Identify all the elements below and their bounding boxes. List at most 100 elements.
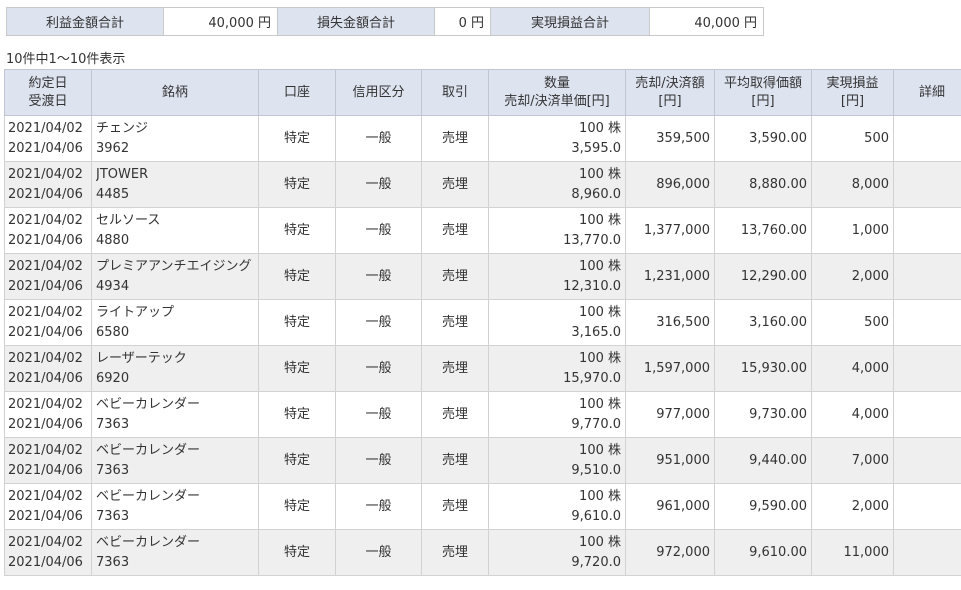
- cell-account: 特定: [258, 529, 336, 576]
- settle-date: 2021/04/06: [8, 370, 83, 386]
- trade-date: 2021/04/02: [8, 350, 83, 366]
- cell-detail: [893, 253, 961, 300]
- cell-trade: 売埋: [421, 345, 489, 392]
- quantity: 100 株: [579, 258, 621, 274]
- cell-amount: 896,000: [625, 161, 715, 208]
- summary-bar: 利益金額合計 40,000 円 損失金額合計 0 円 実現損益合計 40,000…: [6, 7, 764, 36]
- stock-code: 3962: [96, 140, 130, 156]
- cell-credit: 一般: [335, 253, 422, 300]
- stock-code: 6920: [96, 370, 130, 386]
- cell-dates: 2021/04/02 2021/04/06: [4, 345, 92, 392]
- cell-trade: 売埋: [421, 483, 489, 530]
- realized-total-label: 実現損益合計: [490, 7, 650, 36]
- stock-code: 7363: [96, 554, 130, 570]
- quantity: 100 株: [579, 120, 621, 136]
- stock-code: 7363: [96, 508, 130, 524]
- cell-avg-price: 12,290.00: [714, 253, 812, 300]
- stock-code: 7363: [96, 462, 130, 478]
- header-realized-pl: 実現損益 [円]: [811, 69, 894, 116]
- header-pl-line1: 実現損益: [826, 75, 879, 91]
- header-quantity: 数量 売却/決済単価[円]: [488, 69, 626, 116]
- cell-amount: 316,500: [625, 299, 715, 346]
- cell-quantity: 100 株 13,770.0: [488, 207, 626, 254]
- cell-credit: 一般: [335, 483, 422, 530]
- header-amount: 売却/決済額 [円]: [625, 69, 715, 116]
- cell-realized-pl: 1,000: [811, 207, 894, 254]
- cell-detail: [893, 299, 961, 346]
- cell-quantity: 100 株 3,165.0: [488, 299, 626, 346]
- stock-name: ライトアップ: [96, 304, 175, 320]
- table-row: 2021/04/02 2021/04/06 ライトアップ 6580 特定 一般 売埋 100 …: [4, 299, 961, 346]
- stock-name: JTOWER: [96, 166, 149, 182]
- loss-total-label: 損失金額合計: [277, 7, 435, 36]
- trade-date: 2021/04/02: [8, 396, 83, 412]
- cell-trade: 売埋: [421, 391, 489, 438]
- cell-trade: 売埋: [421, 437, 489, 484]
- cell-account: 特定: [258, 115, 336, 162]
- cell-realized-pl: 500: [811, 299, 894, 346]
- cell-realized-pl: 4,000: [811, 345, 894, 392]
- trade-date: 2021/04/02: [8, 304, 83, 320]
- header-stock: 銘柄: [91, 69, 259, 116]
- cell-realized-pl: 500: [811, 115, 894, 162]
- profit-total-value: 40,000 円: [163, 7, 278, 36]
- unit-price: 3,595.0: [571, 140, 621, 156]
- result-count: 10件中1～10件表示: [6, 52, 126, 67]
- cell-amount: 1,377,000: [625, 207, 715, 254]
- stock-name: プレミアアンチエイジング: [96, 258, 252, 274]
- trade-date: 2021/04/02: [8, 488, 83, 504]
- quantity: 100 株: [579, 350, 621, 366]
- stock-code: 7363: [96, 416, 130, 432]
- cell-account: 特定: [258, 345, 336, 392]
- cell-amount: 951,000: [625, 437, 715, 484]
- cell-quantity: 100 株 9,510.0: [488, 437, 626, 484]
- cell-dates: 2021/04/02 2021/04/06: [4, 161, 92, 208]
- cell-stock: レーザーテック 6920: [91, 345, 259, 392]
- quantity: 100 株: [579, 442, 621, 458]
- quantity: 100 株: [579, 212, 621, 228]
- cell-trade: 売埋: [421, 161, 489, 208]
- unit-price: 9,510.0: [571, 462, 621, 478]
- profit-total-label: 利益金額合計: [6, 7, 164, 36]
- cell-realized-pl: 11,000: [811, 529, 894, 576]
- header-quantity-line2: 売却/決済単価[円]: [504, 93, 610, 109]
- cell-detail: [893, 437, 961, 484]
- cell-quantity: 100 株 9,770.0: [488, 391, 626, 438]
- cell-credit: 一般: [335, 391, 422, 438]
- header-trade: 取引: [421, 69, 489, 116]
- unit-price: 15,970.0: [563, 370, 621, 386]
- quantity: 100 株: [579, 166, 621, 182]
- cell-account: 特定: [258, 437, 336, 484]
- header-row: 約定日 受渡日 銘柄 口座 信用区分 取引 数量 売却/決済単価[円] 売却/決…: [4, 69, 961, 116]
- trade-date: 2021/04/02: [8, 442, 83, 458]
- table-row: 2021/04/02 2021/04/06 レーザーテック 6920 特定 一般 売埋 100…: [4, 345, 961, 392]
- cell-detail: [893, 345, 961, 392]
- cell-dates: 2021/04/02 2021/04/06: [4, 115, 92, 162]
- cell-realized-pl: 7,000: [811, 437, 894, 484]
- cell-dates: 2021/04/02 2021/04/06: [4, 483, 92, 530]
- cell-stock: ベビーカレンダー 7363: [91, 483, 259, 530]
- cell-avg-price: 9,590.00: [714, 483, 812, 530]
- cell-trade: 売埋: [421, 299, 489, 346]
- cell-dates: 2021/04/02 2021/04/06: [4, 299, 92, 346]
- cell-detail: [893, 391, 961, 438]
- table-row: 2021/04/02 2021/04/06 チェンジ 3962 特定 一般 売埋 100 株3…: [4, 115, 961, 162]
- cell-realized-pl: 8,000: [811, 161, 894, 208]
- cell-credit: 一般: [335, 529, 422, 576]
- trade-date: 2021/04/02: [8, 534, 83, 550]
- cell-avg-price: 3,590.00: [714, 115, 812, 162]
- settle-date: 2021/04/06: [8, 508, 83, 524]
- cell-amount: 1,597,000: [625, 345, 715, 392]
- cell-avg-price: 9,730.00: [714, 391, 812, 438]
- cell-realized-pl: 4,000: [811, 391, 894, 438]
- unit-price: 13,770.0: [563, 232, 621, 248]
- cell-quantity: 100 株 12,310.0: [488, 253, 626, 300]
- stock-code: 6580: [96, 324, 130, 340]
- quantity: 100 株: [579, 304, 621, 320]
- cell-amount: 972,000: [625, 529, 715, 576]
- cell-trade: 売埋: [421, 529, 489, 576]
- cell-dates: 2021/04/02 2021/04/06: [4, 253, 92, 300]
- header-settle-date: 受渡日: [28, 93, 68, 109]
- cell-amount: 1,231,000: [625, 253, 715, 300]
- unit-price: 9,720.0: [571, 554, 621, 570]
